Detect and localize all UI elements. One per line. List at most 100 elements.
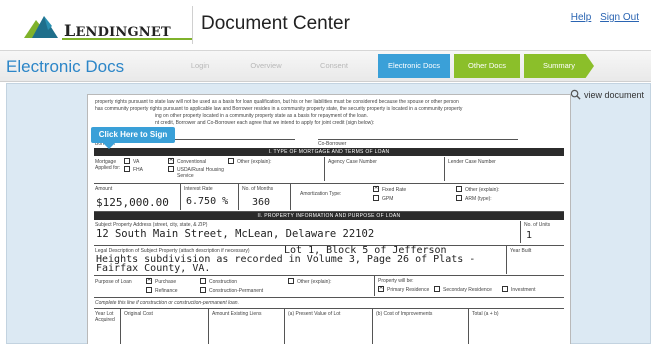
rate-value[interactable]: 6.750 % (186, 196, 228, 207)
refinance-checkbox[interactable] (146, 287, 152, 293)
construction-permanent-checkbox[interactable] (200, 287, 206, 293)
magnifier-icon (570, 89, 581, 100)
row-rule (94, 275, 564, 276)
house-logo-icon (24, 16, 58, 38)
gpm-label: GPM (382, 196, 394, 202)
sign-out-link[interactable]: Sign Out (600, 12, 639, 23)
investment-checkbox[interactable] (502, 286, 508, 292)
conventional-checkbox[interactable] (168, 157, 174, 164)
field-divider (180, 184, 181, 210)
year-lot-label: Year Lot Acquired (95, 311, 115, 323)
step-summary[interactable]: Summary (524, 54, 594, 78)
present-value-label: (a) Present Value of Lot (288, 311, 341, 317)
view-document-label: view document (583, 89, 644, 100)
view-document-link[interactable]: view document (570, 89, 644, 100)
mortgage-applied-label: Mortgage Applied for: (95, 159, 121, 171)
step-consent[interactable]: Consent (302, 54, 366, 78)
click-here-to-sign-button[interactable]: Click Here to Sign (91, 127, 175, 149)
fha-checkbox[interactable] (124, 166, 130, 172)
logo-underline (62, 38, 192, 40)
fha-label: FHA (133, 167, 143, 173)
construction-note: Complete this line if construction or co… (95, 300, 239, 306)
gpm-checkbox[interactable] (373, 195, 379, 201)
secondary-residence-checkbox[interactable] (434, 286, 440, 292)
row-rule (94, 297, 564, 298)
app-title: Document Center (201, 13, 350, 34)
field-divider (238, 184, 239, 210)
other-amort-checkbox[interactable] (456, 186, 462, 192)
agency-case-label: Agency Case Number (328, 159, 377, 165)
amortization-label: Amortization Type: (300, 191, 342, 197)
section-heading: II. PROPERTY INFORMATION AND PURPOSE OF … (94, 212, 564, 220)
row-rule (94, 183, 564, 184)
construction-label: Construction (209, 279, 238, 285)
field-divider (520, 221, 521, 243)
field-divider (324, 157, 325, 181)
field-divider (506, 246, 507, 274)
property-will-be-label: Property will be: (378, 278, 414, 284)
cost-improvements-label: (b) Cost of Improvements (376, 311, 433, 317)
secondary-residence-label: Secondary Residence (443, 287, 492, 293)
usda-label: USDA/Rural Housing Service (177, 167, 224, 179)
document-viewer: view document property rights pursuant t… (6, 83, 651, 344)
primary-residence-checkbox[interactable] (378, 285, 384, 292)
top-links: Help Sign Out (565, 12, 639, 23)
legal-description-value[interactable]: Fairfax County, VA. (96, 263, 210, 274)
page-title: Electronic Docs (6, 57, 125, 76)
field-divider (444, 157, 445, 181)
intro-line: nt credit, Borrower and Co-Borrower each… (155, 120, 375, 126)
intro-paragraph: property rights pursuant to state law wi… (95, 99, 563, 127)
year-built-label: Year Built (510, 248, 532, 254)
app-header: LENDINGNET Document Center Help Sign Out (0, 0, 651, 50)
amount-value[interactable]: $125,000.00 (96, 196, 169, 209)
arm-label: ARM (type): (465, 196, 492, 202)
purpose-label: Purpose of Loan (95, 279, 132, 285)
total-label: Total (a + b) (472, 311, 499, 317)
step-login[interactable]: Login (168, 54, 232, 78)
step-electronic-docs[interactable]: Electronic Docs (378, 54, 450, 78)
arm-checkbox[interactable] (456, 195, 462, 201)
other-purpose-label: Other (explain): (297, 279, 332, 285)
intro-line: has community property rights pursuant t… (95, 106, 463, 112)
fixed-rate-checkbox[interactable] (373, 185, 379, 192)
intro-line: property rights pursuant to state law wi… (95, 99, 459, 105)
lendingnet-logo[interactable]: LENDINGNET (22, 10, 192, 42)
purchase-checkbox[interactable] (146, 277, 152, 284)
field-divider (372, 309, 373, 344)
section-heading: I. TYPE OF MORTGAGE AND TERMS OF LOAN (94, 148, 564, 156)
field-divider (374, 276, 375, 296)
months-value[interactable]: 360 (252, 197, 270, 208)
progress-nav: Electronic Docs Login Overview Consent E… (0, 50, 651, 82)
purchase-label: Purchase (155, 279, 177, 285)
other-type-checkbox[interactable] (228, 158, 234, 164)
field-divider (120, 309, 121, 344)
existing-liens-label: Amount Existing Liens (212, 311, 262, 317)
fixed-rate-label: Fixed Rate (382, 187, 407, 193)
help-link[interactable]: Help (571, 12, 592, 23)
investment-label: Investment (511, 287, 536, 293)
subject-address-value[interactable]: 12 South Main Street, McLean, Delaware 2… (96, 228, 374, 240)
units-value[interactable]: 1 (526, 230, 532, 241)
other-purpose-checkbox[interactable] (288, 278, 294, 284)
construction-permanent-label: Construction-Permanent (209, 288, 264, 294)
row-rule (94, 308, 564, 309)
header-divider (192, 6, 193, 44)
coborrower-signature-line (318, 139, 518, 140)
amount-label: Amount (95, 186, 113, 192)
months-label: No. of Months (242, 186, 274, 192)
primary-residence-label: Primary Residence (387, 287, 430, 293)
construction-checkbox[interactable] (200, 278, 206, 284)
other-type-label: Other (explain): (237, 159, 272, 165)
other-amort-label: Other (explain): (465, 187, 500, 193)
usda-checkbox[interactable] (168, 166, 174, 172)
units-label: No. of Units (524, 222, 551, 228)
conventional-label: Conventional (177, 159, 207, 165)
field-divider (284, 309, 285, 344)
rate-label: Interest Rate (184, 186, 213, 192)
step-overview[interactable]: Overview (234, 54, 298, 78)
intro-line: ing on other property located in a commu… (155, 113, 368, 119)
step-other-docs[interactable]: Other Docs (454, 54, 520, 78)
va-checkbox[interactable] (124, 158, 130, 164)
field-divider (208, 309, 209, 344)
original-cost-label: Original Cost (124, 311, 153, 317)
